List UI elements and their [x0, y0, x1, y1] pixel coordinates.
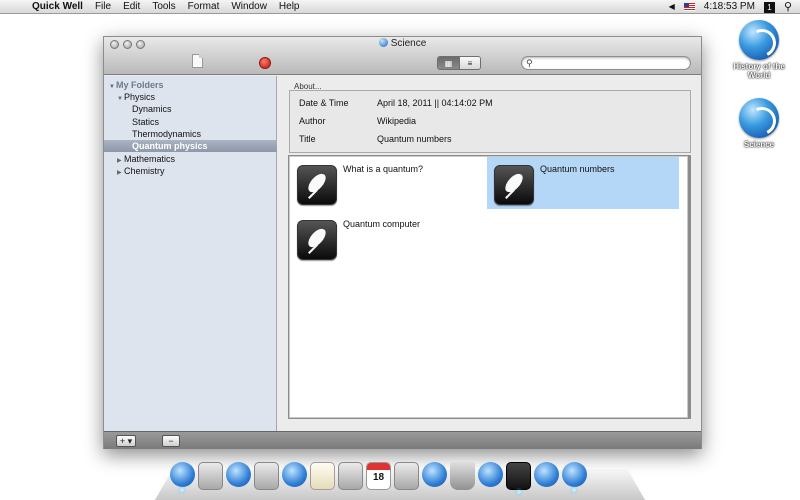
remove-folder-button[interactable]: − — [162, 435, 180, 447]
menu-file[interactable]: File — [95, 0, 111, 14]
search-input[interactable] — [538, 58, 686, 69]
sidebar-item-statics[interactable]: Statics — [104, 116, 277, 128]
xcode-icon[interactable] — [478, 462, 503, 487]
about-row-author: Author Wikipedia — [299, 115, 416, 127]
about-key: Title — [299, 134, 316, 144]
desktop-icon-history-of-the-world[interactable]: History of the World — [729, 20, 789, 80]
safari-icon[interactable] — [282, 462, 307, 487]
window-toolbar: Science ▦ ≡ ⚲ — [104, 37, 701, 75]
photos-icon[interactable] — [394, 462, 419, 490]
about-value: Wikipedia — [377, 116, 417, 126]
add-folder-button[interactable]: + ▾ — [116, 435, 136, 447]
about-key: Date & Time — [299, 98, 349, 108]
globe-icon — [739, 20, 779, 60]
menu-edit[interactable]: Edit — [123, 0, 140, 14]
science-window: Science ▦ ≡ ⚲ ▼My Folders ▼Physics Dynam… — [103, 36, 702, 449]
volume-icon[interactable]: ◀ — [669, 0, 675, 14]
sidebar-item-label: Physics — [124, 92, 156, 102]
menu-help[interactable]: Help — [279, 0, 300, 14]
about-row-date: Date & Time April 18, 2011 || 04:14:02 PM — [299, 97, 493, 109]
dock: 18 — [170, 460, 587, 496]
search-field: ⚲ — [521, 56, 691, 70]
folder-sidebar: ▼My Folders ▼Physics Dynamics Statics Th… — [104, 76, 277, 431]
document-card-selected[interactable]: Quantum numbers — [487, 157, 679, 209]
menu-list: Quick Well File Edit Tools Format Window… — [32, 0, 300, 14]
desktop-icon-label: Science — [743, 140, 775, 149]
menu-extras: ◀ 4:18:53 PM 1 ⚲ — [669, 0, 792, 14]
disclosure-closed-icon[interactable]: ▶ — [117, 167, 124, 179]
sidebar-item-label: Statics — [132, 117, 160, 127]
window-bottom-bar: + ▾ − — [104, 431, 701, 449]
system-preferences-icon[interactable] — [198, 462, 223, 490]
sidebar-item-label: Quantum physics — [132, 141, 208, 151]
view-mode-toggle: ▦ ≡ — [437, 56, 481, 70]
desktop-icon-label: History of the World — [733, 62, 785, 80]
user-badge-icon[interactable]: 1 — [763, 1, 775, 13]
sidebar-item-label: Thermodynamics — [132, 129, 202, 139]
sidebar-item-quantum-physics[interactable]: Quantum physics — [104, 140, 277, 152]
new-document-icon[interactable] — [192, 54, 203, 68]
sidebar-item-mathematics[interactable]: ▶ Mathematics — [104, 153, 277, 165]
desktop-icon-science[interactable]: Science — [729, 98, 789, 149]
trash-bin-icon[interactable] — [450, 462, 475, 490]
window-title: Science — [104, 38, 701, 49]
calendar-icon[interactable]: 18 — [366, 462, 391, 490]
quill-document-icon — [297, 220, 337, 260]
delete-stop-icon[interactable] — [259, 57, 271, 69]
sidebar-item-label: Chemistry — [124, 166, 165, 176]
document-title: Quantum numbers — [540, 164, 615, 174]
about-panel: Date & Time April 18, 2011 || 04:14:02 PM… — [289, 90, 691, 153]
quill-document-icon — [297, 165, 337, 205]
sidebar-item-label: Dynamics — [132, 104, 172, 114]
sidebar-item-thermodynamics[interactable]: Thermodynamics — [104, 128, 277, 140]
menu-tools[interactable]: Tools — [152, 0, 175, 14]
terminal-icon[interactable] — [506, 462, 531, 494]
menu-app-name[interactable]: Quick Well — [32, 0, 83, 14]
mail-icon[interactable] — [254, 462, 279, 490]
window-title-text: Science — [390, 38, 427, 49]
spotlight-icon[interactable]: ⚲ — [784, 0, 792, 14]
finder-icon[interactable] — [170, 462, 195, 492]
document-card[interactable]: Quantum computer — [290, 212, 486, 264]
list-view-button[interactable]: ≡ — [459, 57, 480, 69]
sidebar-header-label: My Folders — [116, 80, 164, 90]
quicktime-icon[interactable] — [534, 462, 559, 487]
sidebar-item-physics[interactable]: ▼Physics — [104, 91, 277, 103]
document-title: Quantum computer — [343, 219, 421, 229]
notes-icon[interactable] — [310, 462, 335, 490]
about-row-title: Title Quantum numbers — [299, 133, 452, 145]
science-globe-icon — [378, 38, 388, 47]
document-grid: What is a quantum? Quantum numbers Quant… — [288, 155, 691, 419]
sidebar-item-dynamics[interactable]: Dynamics — [104, 103, 277, 115]
about-value: Quantum numbers — [377, 134, 452, 144]
itunes-icon[interactable] — [422, 462, 447, 487]
about-key: Author — [299, 116, 326, 126]
quill-document-icon — [494, 165, 534, 205]
about-value: April 18, 2011 || 04:14:02 PM — [377, 98, 493, 108]
document-title: What is a quantum? — [343, 164, 424, 174]
search-icon: ⚲ — [526, 58, 533, 68]
menu-format[interactable]: Format — [188, 0, 220, 14]
input-source-flag-icon[interactable] — [683, 3, 695, 11]
sidebar-item-label: Mathematics — [124, 154, 176, 164]
sidebar-header-my-folders[interactable]: ▼My Folders — [104, 79, 277, 91]
grid-view-button[interactable]: ▦ — [438, 57, 459, 69]
document-card[interactable]: What is a quantum? — [290, 157, 486, 209]
menu-bar: Quick Well File Edit Tools Format Window… — [0, 0, 800, 14]
app-store-icon[interactable] — [226, 462, 251, 487]
globe-icon — [739, 98, 779, 138]
calculator-icon[interactable] — [338, 462, 363, 490]
menu-window[interactable]: Window — [231, 0, 267, 14]
quick-well-icon[interactable] — [562, 462, 587, 492]
menu-clock[interactable]: 4:18:53 PM — [704, 0, 755, 14]
sidebar-item-chemistry[interactable]: ▶ Chemistry — [104, 165, 277, 177]
